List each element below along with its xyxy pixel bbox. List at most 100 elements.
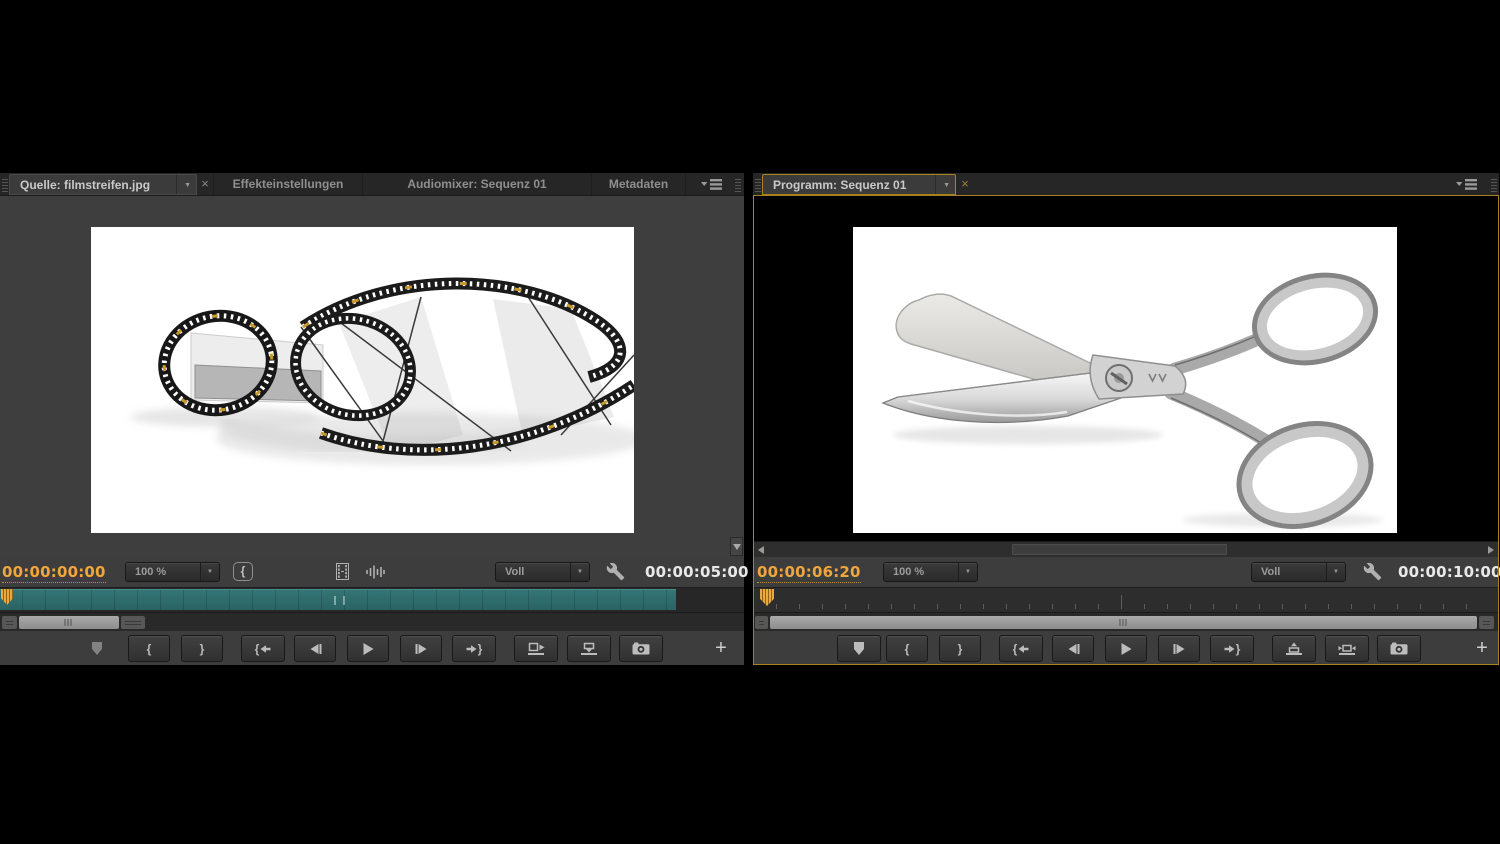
ruler-tick [1213, 604, 1214, 609]
tab-source-monitor[interactable]: Quelle: filmstreifen.jpg ▼ [9, 174, 197, 195]
goto-in-button[interactable]: { [999, 635, 1043, 662]
program-video-scrollbar[interactable] [753, 541, 1499, 557]
add-marker-button[interactable] [78, 635, 116, 662]
current-timecode[interactable]: 00:00:00:00 [2, 563, 106, 583]
goto-in-button[interactable]: { [241, 635, 285, 662]
chevron-down-icon: ▼ [958, 563, 974, 581]
tab-label: Effekteinstellungen [233, 177, 344, 191]
ruler-tick [776, 604, 777, 609]
panel-grip[interactable] [1491, 177, 1497, 192]
ruler-tick [1098, 604, 1099, 609]
tab-caret-icon[interactable]: ▼ [176, 175, 191, 195]
play-button[interactable] [1105, 635, 1147, 662]
panel-grip[interactable] [2, 177, 8, 192]
scroll-down-icon[interactable] [730, 537, 743, 556]
lift-button[interactable] [1272, 635, 1316, 662]
scrollbar-endcap[interactable] [2, 616, 17, 629]
tab-caret-icon[interactable]: ▼ [935, 175, 950, 195]
playback-resolution-select[interactable]: Voll ▼ [1251, 562, 1346, 582]
source-zoom-scrollbar[interactable] [0, 612, 744, 631]
scroll-left-icon[interactable] [755, 544, 767, 556]
scrollbar-endcap[interactable] [755, 616, 768, 629]
button-editor-button[interactable]: + [708, 635, 734, 662]
mark-out-button[interactable]: } [181, 635, 223, 662]
tab-effect-controls[interactable]: Effekteinstellungen [213, 174, 362, 195]
zoom-level-select[interactable]: 100 % ▼ [883, 562, 978, 582]
drag-audio-icon[interactable] [365, 565, 385, 584]
playhead-marker[interactable] [760, 589, 774, 606]
tab-audio-mixer[interactable]: Audiomixer: Sequenz 01 [362, 174, 591, 195]
close-tab-icon[interactable]: × [198, 174, 212, 195]
mark-in-button[interactable]: { [128, 635, 170, 662]
goto-in-icon [260, 643, 271, 655]
ruler-tick [1305, 604, 1306, 609]
step-forward-icon [1173, 643, 1186, 655]
panel-menu-icon[interactable] [1455, 178, 1481, 192]
overwrite-icon [580, 642, 598, 656]
scrollbar-thumb[interactable] [770, 616, 1477, 629]
play-icon [1120, 642, 1133, 656]
viewing-area-grip[interactable] [334, 596, 345, 605]
goto-out-button[interactable]: } [1210, 635, 1254, 662]
chevron-down-icon: ▼ [1326, 563, 1342, 581]
panel-menu-icon[interactable] [700, 178, 726, 192]
zoom-level-select[interactable]: 100 % ▼ [125, 562, 220, 582]
goto-out-button[interactable]: } [452, 635, 496, 662]
scrollbar-endcap[interactable] [1479, 616, 1494, 629]
step-forward-button[interactable] [1158, 635, 1200, 662]
settings-wrench-icon[interactable] [606, 562, 625, 586]
source-timeline-ruler[interactable] [0, 587, 744, 612]
mark-in-icon: { [147, 643, 152, 655]
export-frame-icon [1390, 642, 1408, 655]
step-forward-button[interactable] [400, 635, 442, 662]
program-timeline-ruler[interactable] [753, 587, 1499, 612]
mark-in-icon: { [905, 643, 910, 655]
export-frame-button[interactable] [619, 635, 663, 662]
tab-label: Programm: Sequenz 01 [773, 178, 906, 192]
ruler-tick [799, 604, 800, 609]
extract-button[interactable] [1325, 635, 1369, 662]
overwrite-button[interactable] [567, 635, 611, 662]
button-editor-button[interactable]: + [1469, 635, 1495, 662]
tab-label: Quelle: filmstreifen.jpg [20, 178, 150, 192]
ruler-tick [1190, 604, 1191, 609]
duration-timecode: 00:00:10:00 [1398, 563, 1500, 581]
program-zoom-scrollbar[interactable] [753, 612, 1499, 631]
current-timecode[interactable]: 00:00:06:20 [757, 563, 861, 583]
source-video-area [0, 196, 744, 557]
scrollbar-thumb[interactable] [1012, 544, 1227, 555]
ruler-tick [1328, 604, 1329, 609]
playback-resolution-select[interactable]: Voll ▼ [495, 562, 590, 582]
program-video-frame [853, 227, 1397, 533]
settings-wrench-icon[interactable] [1363, 562, 1382, 586]
scroll-right-icon[interactable] [1485, 544, 1497, 556]
panel-grip[interactable] [755, 177, 761, 192]
close-tab-icon[interactable]: × [958, 174, 972, 195]
tab-metadata[interactable]: Metadaten [591, 174, 686, 195]
program-video-area [753, 196, 1499, 541]
tab-program-monitor[interactable]: Programm: Sequenz 01 ▼ [762, 174, 956, 195]
step-forward-icon [415, 643, 428, 655]
scrollbar-endcap[interactable] [121, 616, 145, 629]
add-marker-button[interactable] [837, 635, 881, 662]
step-back-button[interactable] [1052, 635, 1094, 662]
goto-in-icon [1018, 643, 1029, 655]
resolution-value: Voll [505, 566, 524, 578]
in-out-brace-button[interactable]: { [233, 562, 253, 581]
scrollbar-thumb[interactable] [19, 616, 119, 629]
insert-button[interactable] [514, 635, 558, 662]
mark-out-button[interactable]: } [939, 635, 981, 662]
play-button[interactable] [347, 635, 389, 662]
export-frame-button[interactable] [1377, 635, 1421, 662]
lift-icon [1285, 642, 1303, 656]
zoom-level-value: 100 % [135, 566, 166, 578]
duration-timecode: 00:00:05:00 [645, 563, 749, 581]
drag-video-icon[interactable] [336, 563, 349, 585]
ruler-tick [1029, 604, 1030, 609]
play-icon [362, 642, 375, 656]
mark-in-button[interactable]: { [886, 635, 928, 662]
plus-icon: + [715, 637, 727, 660]
step-back-button[interactable] [294, 635, 336, 662]
panel-grip[interactable] [735, 177, 741, 192]
viewing-area-bar[interactable] [0, 589, 676, 610]
